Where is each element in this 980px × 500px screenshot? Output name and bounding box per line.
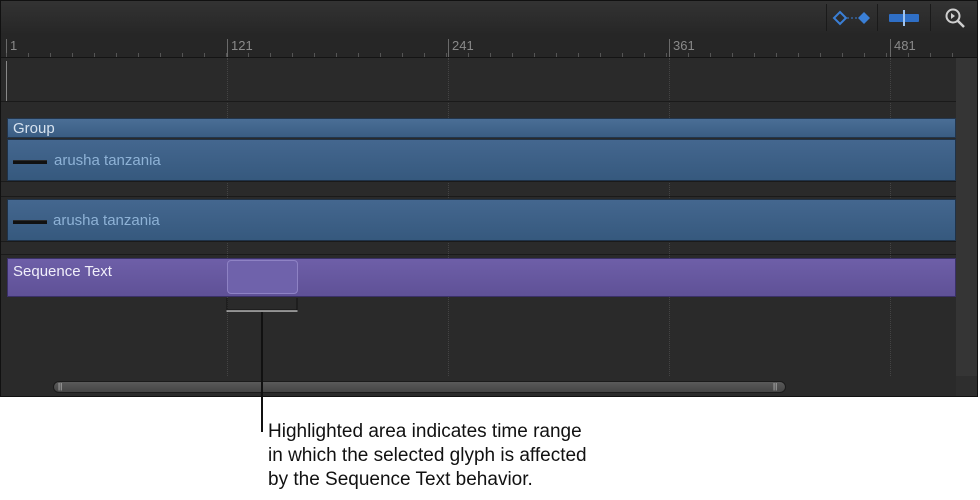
zoom-icon bbox=[945, 8, 965, 28]
ruler-tick bbox=[864, 53, 865, 57]
ruler-tick bbox=[292, 53, 293, 57]
ruler-tick bbox=[776, 53, 777, 57]
ruler-tick bbox=[556, 53, 557, 57]
playhead[interactable] bbox=[6, 61, 7, 101]
ruler-tick bbox=[28, 53, 29, 57]
ruler-tick bbox=[666, 53, 667, 57]
ruler-tick bbox=[182, 53, 183, 57]
ruler-tick bbox=[534, 53, 535, 57]
vertical-scroll-thumb[interactable] bbox=[956, 58, 977, 376]
ruler-label-481: 481 bbox=[894, 38, 916, 53]
ruler-tick bbox=[116, 53, 117, 57]
vertical-scrollbar[interactable] bbox=[956, 58, 977, 396]
ruler-tick bbox=[424, 53, 425, 57]
timeline-panel: 1 121 241 361 481 Group arusha tanzania … bbox=[0, 0, 978, 397]
ruler-tick bbox=[490, 53, 491, 57]
ruler-tick bbox=[50, 53, 51, 57]
ruler-tick bbox=[600, 53, 601, 57]
ruler-tick bbox=[622, 53, 623, 57]
layer-thumbnail bbox=[13, 220, 47, 224]
scroll-grip-left[interactable]: || bbox=[58, 383, 64, 391]
ruler-tick bbox=[754, 53, 755, 57]
sequence-text-bar[interactable]: Sequence Text bbox=[7, 258, 956, 297]
scroll-thumb[interactable]: || || bbox=[53, 381, 786, 393]
keyframe-diamond-icon bbox=[832, 10, 870, 25]
callout-bracket bbox=[226, 298, 298, 312]
ruler-tick bbox=[270, 53, 271, 57]
ruler-tick bbox=[314, 53, 315, 57]
keyframe-nav-button[interactable] bbox=[826, 4, 877, 31]
group-track-label: Group bbox=[13, 120, 55, 137]
ruler-tick bbox=[446, 53, 447, 57]
ruler-tick bbox=[204, 53, 205, 57]
layer-track-label: arusha tanzania bbox=[53, 212, 160, 229]
layer-thumbnail bbox=[13, 160, 47, 164]
ruler-label-241: 241 bbox=[452, 38, 474, 53]
ruler-tick bbox=[94, 53, 95, 57]
layer-track-bar[interactable]: arusha tanzania bbox=[7, 139, 956, 181]
ruler-tick bbox=[732, 53, 733, 57]
ruler-tick bbox=[842, 53, 843, 57]
ruler-tick bbox=[908, 53, 909, 57]
ruler-tick bbox=[468, 53, 469, 57]
group-track-bar[interactable]: Group bbox=[7, 118, 956, 138]
ruler-tick bbox=[688, 53, 689, 57]
horizontal-scrollbar[interactable]: || || bbox=[1, 376, 956, 396]
ruler-tick bbox=[644, 53, 645, 57]
ruler-tick bbox=[930, 53, 931, 57]
ruler-tick bbox=[820, 53, 821, 57]
scroll-grip-right[interactable]: || bbox=[773, 383, 779, 391]
zoom-button[interactable] bbox=[930, 4, 977, 31]
ruler-tick bbox=[160, 53, 161, 57]
ruler-tick bbox=[798, 53, 799, 57]
ruler-tick bbox=[380, 53, 381, 57]
snap-button[interactable] bbox=[877, 4, 930, 31]
ruler-tick bbox=[952, 53, 953, 57]
ruler-tick bbox=[6, 53, 7, 57]
ruler-tick bbox=[402, 53, 403, 57]
timeline-ruler[interactable]: 1 121 241 361 481 bbox=[1, 35, 977, 58]
callout-leader-line bbox=[261, 312, 263, 432]
ruler-tick bbox=[336, 53, 337, 57]
ruler-tick bbox=[138, 53, 139, 57]
callout-caption: Highlighted area indicates time range in… bbox=[268, 420, 688, 492]
ruler-label-1: 1 bbox=[10, 38, 18, 53]
ruler-tick bbox=[226, 53, 227, 57]
ruler-tick bbox=[512, 53, 513, 57]
ruler-tick bbox=[248, 53, 249, 57]
callout-line-2: in which the selected glyph is affected bbox=[268, 445, 587, 466]
ruler-tick bbox=[578, 53, 579, 57]
ruler-label-361: 361 bbox=[673, 38, 695, 53]
timeline-toolbar bbox=[1, 1, 977, 36]
sequence-text-label: Sequence Text bbox=[13, 263, 112, 280]
glyph-time-range-highlight[interactable] bbox=[227, 260, 298, 294]
layer-track-label: arusha tanzania bbox=[54, 152, 161, 169]
ruler-label-121: 121 bbox=[231, 38, 253, 53]
ruler-tick bbox=[886, 53, 887, 57]
layer-track-bar[interactable]: arusha tanzania bbox=[7, 199, 956, 241]
callout-line-1: Highlighted area indicates time range bbox=[268, 421, 582, 442]
snap-icon bbox=[889, 9, 919, 26]
ruler-tick bbox=[72, 53, 73, 57]
ruler-tick bbox=[710, 53, 711, 57]
callout-line-3: by the Sequence Text behavior. bbox=[268, 469, 533, 490]
ruler-tick bbox=[358, 53, 359, 57]
